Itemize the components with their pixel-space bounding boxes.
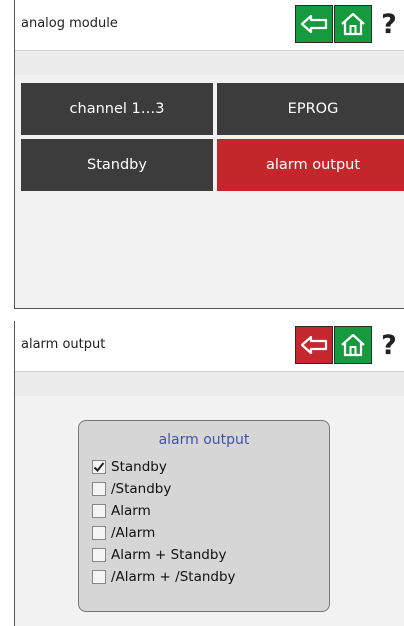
menu-area: channel 1…3 EPROG Standby alarm output bbox=[15, 75, 404, 308]
option-not-standby[interactable]: /Standby bbox=[92, 479, 171, 499]
options-area: alarm output Standby /Standby Alarm /Ala… bbox=[15, 396, 404, 626]
title-bar: alarm output ? bbox=[15, 321, 404, 371]
standby-tile[interactable]: Standby bbox=[21, 139, 213, 191]
option-label: /Alarm bbox=[111, 525, 156, 541]
alarm-output-tile[interactable]: alarm output bbox=[217, 139, 404, 191]
help-icon: ? bbox=[381, 329, 397, 361]
title-bar: analog module ? bbox=[15, 0, 404, 50]
tile-label: Standby bbox=[87, 157, 147, 173]
help-icon: ? bbox=[381, 8, 397, 40]
tile-label: channel 1…3 bbox=[69, 101, 165, 117]
option-standby[interactable]: Standby bbox=[92, 457, 167, 477]
checkbox[interactable] bbox=[92, 504, 106, 518]
home-button[interactable] bbox=[334, 326, 372, 364]
help-button[interactable]: ? bbox=[373, 5, 404, 43]
option-label: Standby bbox=[111, 459, 167, 475]
header-strip bbox=[15, 50, 404, 75]
checkmark-icon bbox=[93, 462, 105, 472]
channel-tile[interactable]: channel 1…3 bbox=[21, 83, 213, 135]
eprog-tile[interactable]: EPROG bbox=[217, 83, 404, 135]
screen-title: analog module bbox=[21, 16, 118, 31]
checkbox[interactable] bbox=[92, 460, 106, 474]
tile-label: alarm output bbox=[265, 157, 361, 173]
alarm-output-group: alarm output Standby /Standby Alarm /Ala… bbox=[78, 420, 330, 612]
help-button[interactable]: ? bbox=[373, 326, 404, 364]
home-button[interactable] bbox=[334, 5, 372, 43]
alarm-output-screen: alarm output ? alarm output Standby /Sta… bbox=[14, 321, 404, 626]
option-alarm-plus-standby[interactable]: Alarm + Standby bbox=[92, 545, 226, 565]
checkbox[interactable] bbox=[92, 570, 106, 584]
checkbox[interactable] bbox=[92, 526, 106, 540]
back-arrow-icon bbox=[300, 14, 328, 34]
home-icon bbox=[341, 333, 365, 357]
option-label: /Alarm + /Standby bbox=[111, 569, 236, 585]
back-button[interactable] bbox=[295, 5, 333, 43]
header-strip bbox=[15, 371, 404, 396]
back-button[interactable] bbox=[295, 326, 333, 364]
group-title: alarm output bbox=[158, 432, 250, 448]
home-icon bbox=[341, 12, 365, 36]
option-label: /Standby bbox=[111, 481, 172, 497]
back-arrow-icon bbox=[300, 335, 328, 355]
option-not-alarm[interactable]: /Alarm bbox=[92, 523, 155, 543]
analog-module-screen: analog module ? channel 1…3 EPROG Standb… bbox=[14, 0, 404, 309]
checkbox[interactable] bbox=[92, 548, 106, 562]
screen-title: alarm output bbox=[21, 337, 106, 352]
option-label: Alarm bbox=[111, 503, 151, 519]
tile-label: EPROG bbox=[287, 101, 339, 117]
checkbox[interactable] bbox=[92, 482, 106, 496]
option-alarm[interactable]: Alarm bbox=[92, 501, 151, 521]
option-not-alarm-plus-not-standby[interactable]: /Alarm + /Standby bbox=[92, 567, 236, 587]
option-label: Alarm + Standby bbox=[111, 547, 227, 563]
